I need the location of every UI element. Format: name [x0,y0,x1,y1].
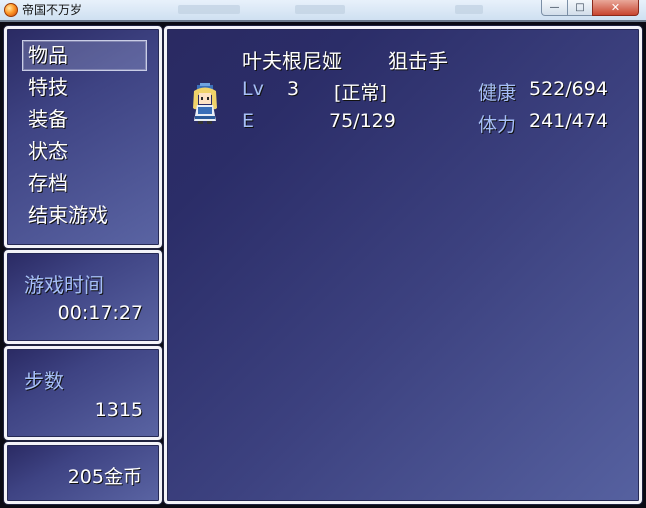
steps-value: 1315 [94,399,143,421]
gold-display: 205 金币 [68,462,142,489]
level-value: 3 [287,78,300,100]
faded-titlebar-text [455,5,483,14]
steps-window: 步数 1315 [4,346,162,440]
playtime-window: 游戏时间 00:17:27 [4,250,162,344]
character-name: 叶夫根尼娅 [242,49,342,73]
game-canvas: 物品 特技装备状态存档结束游戏 游戏时间 00:17:27 步数 1315 205… [0,22,646,508]
sp-value: 241/474 [529,110,608,132]
window-title: 帝国不万岁 [22,3,83,17]
minimize-button[interactable]: — [541,0,568,16]
playtime-value: 00:17:27 [57,302,143,324]
steps-label: 步数 [24,369,64,393]
exp-value: 75/129 [329,110,396,132]
level-label: Lv [242,78,264,100]
menu-item-items[interactable]: 物品 [22,40,147,71]
hp-value: 522/694 [529,78,608,100]
menu-item-skills[interactable]: 特技 [23,73,146,102]
party-status-window: 叶夫根尼娅 狙击手 Lv 3 [正常] 健康 522/694 E 75/129 … [164,26,642,504]
playtime-label: 游戏时间 [24,273,104,297]
menu-item-end-game[interactable]: 结束游戏 [23,201,146,230]
menu-item-equip[interactable]: 装备 [23,105,146,134]
exp-label: E [242,110,255,132]
gold-window: 205 金币 [4,442,162,504]
app-orb-icon [4,3,18,17]
character-class: 狙击手 [388,49,448,73]
command-menu-window: 物品 特技装备状态存档结束游戏 [4,26,162,248]
character-sprite-icon [193,83,217,124]
maximize-button[interactable]: □ [567,0,593,16]
menu-item-status[interactable]: 状态 [23,137,146,166]
close-button[interactable]: ✕ [592,0,639,16]
menu-item-save[interactable]: 存档 [23,169,146,198]
faded-titlebar-text [178,5,240,14]
hp-label: 健康 [478,82,517,104]
window-titlebar: 帝国不万岁 — □ ✕ [0,0,646,21]
sp-label: 体力 [478,114,517,136]
gold-unit: 金币 [103,466,142,488]
gold-value: 205 [67,466,104,488]
status-value: [正常] [334,82,387,104]
faded-titlebar-text [295,5,345,14]
